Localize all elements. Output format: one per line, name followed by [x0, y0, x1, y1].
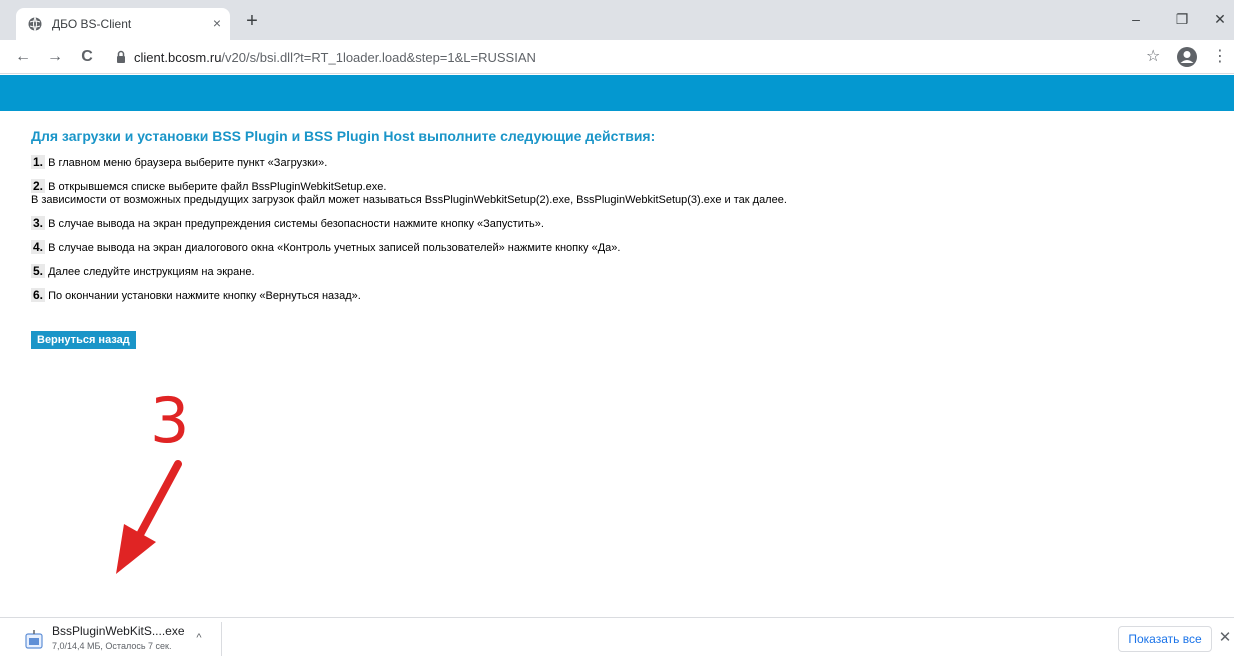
go-back-button[interactable]: Вернуться назад — [31, 331, 136, 349]
address-bar[interactable]: client.bcosm.ru/v20/s/bsi.dll?t=RT_1load… — [100, 45, 1190, 69]
new-tab-icon[interactable]: + — [242, 11, 262, 32]
tab-strip: ДБО BS-Client × + – ❐ ✕ — [0, 0, 1234, 40]
show-all-downloads-button[interactable]: Показать все — [1118, 626, 1212, 652]
browser-tab[interactable]: ДБО BS-Client × — [16, 8, 230, 40]
url-host: client.bcosm.ru — [134, 50, 222, 65]
download-status: 7,0/14,4 МБ, Осталось 7 сек. — [52, 641, 172, 651]
step-text: По окончании установки нажмите кнопку «В… — [45, 290, 361, 302]
step-number: 1. — [31, 155, 46, 169]
step-6: 6. По окончании установки нажмите кнопку… — [31, 288, 1211, 303]
restore-icon[interactable]: ❐ — [1172, 9, 1192, 29]
main-content: Для загрузки и установки BSS Plugin и BS… — [31, 120, 1211, 349]
forward-arrow-icon[interactable]: → — [44, 46, 66, 68]
lock-icon — [117, 50, 125, 63]
reload-icon[interactable]: C — [76, 46, 98, 68]
step-2: 2. В открывшемся списке выберите файл Bs… — [31, 179, 1211, 207]
download-bar: BssPluginWebKitS....exe 7,0/14,4 МБ, Ост… — [0, 617, 1234, 659]
browser-menu-icon[interactable]: ⋮ — [1212, 46, 1228, 68]
page-banner — [0, 75, 1234, 111]
step-4: 4. В случае вывода на экран диалогового … — [31, 240, 1211, 255]
globe-icon — [28, 17, 42, 31]
close-window-icon[interactable]: ✕ — [1210, 9, 1230, 29]
download-file-name: BssPluginWebKitS....exe — [52, 624, 185, 638]
tab-title: ДБО BS-Client — [52, 17, 132, 31]
annotation-number: 3 — [150, 384, 190, 457]
bookmark-star-icon[interactable]: ☆ — [1146, 46, 1160, 68]
step-number: 3. — [31, 216, 46, 230]
step-text: В случае вывода на экран диалогового окн… — [45, 242, 621, 254]
step-3: 3. В случае вывода на экран предупрежден… — [31, 216, 1211, 231]
installer-file-icon — [25, 630, 43, 649]
step-number: 5. — [31, 264, 46, 278]
url-path: /v20/s/bsi.dll?t=RT_1loader.load&step=1&… — [221, 50, 536, 65]
step-note: В зависимости от возможных предыдущих за… — [31, 194, 787, 206]
step-text: В главном меню браузера выберите пункт «… — [45, 157, 328, 169]
close-download-bar-icon[interactable]: ✕ — [1218, 630, 1232, 646]
page-title: Для загрузки и установки BSS Plugin и BS… — [31, 128, 656, 144]
step-5: 5. Далее следуйте инструкциям на экране. — [31, 264, 1211, 279]
url-text: client.bcosm.ru/v20/s/bsi.dll?t=RT_1load… — [134, 50, 536, 65]
red-arrow-icon — [116, 460, 182, 574]
step-1: 1. В главном меню браузера выберите пунк… — [31, 155, 1211, 170]
chevron-up-icon[interactable]: ^ — [192, 632, 206, 646]
back-arrow-icon[interactable]: ← — [12, 46, 34, 68]
browser-toolbar: ← → C client.bcosm.ru/v20/s/bsi.dll?t=RT… — [0, 40, 1234, 74]
step-number: 6. — [31, 288, 46, 302]
download-item[interactable]: BssPluginWebKitS....exe 7,0/14,4 МБ, Ост… — [16, 622, 222, 656]
step-number: 2. — [31, 179, 46, 193]
step-text: Далее следуйте инструкциям на экране. — [45, 266, 255, 278]
profile-avatar-icon[interactable] — [1176, 46, 1198, 68]
minimize-icon[interactable]: – — [1126, 9, 1146, 29]
step-text: В случае вывода на экран предупреждения … — [45, 218, 544, 230]
close-tab-icon[interactable]: × — [208, 14, 226, 32]
step-text: В открывшемся списке выберите файл BssPl… — [45, 181, 387, 193]
step-number: 4. — [31, 240, 46, 254]
